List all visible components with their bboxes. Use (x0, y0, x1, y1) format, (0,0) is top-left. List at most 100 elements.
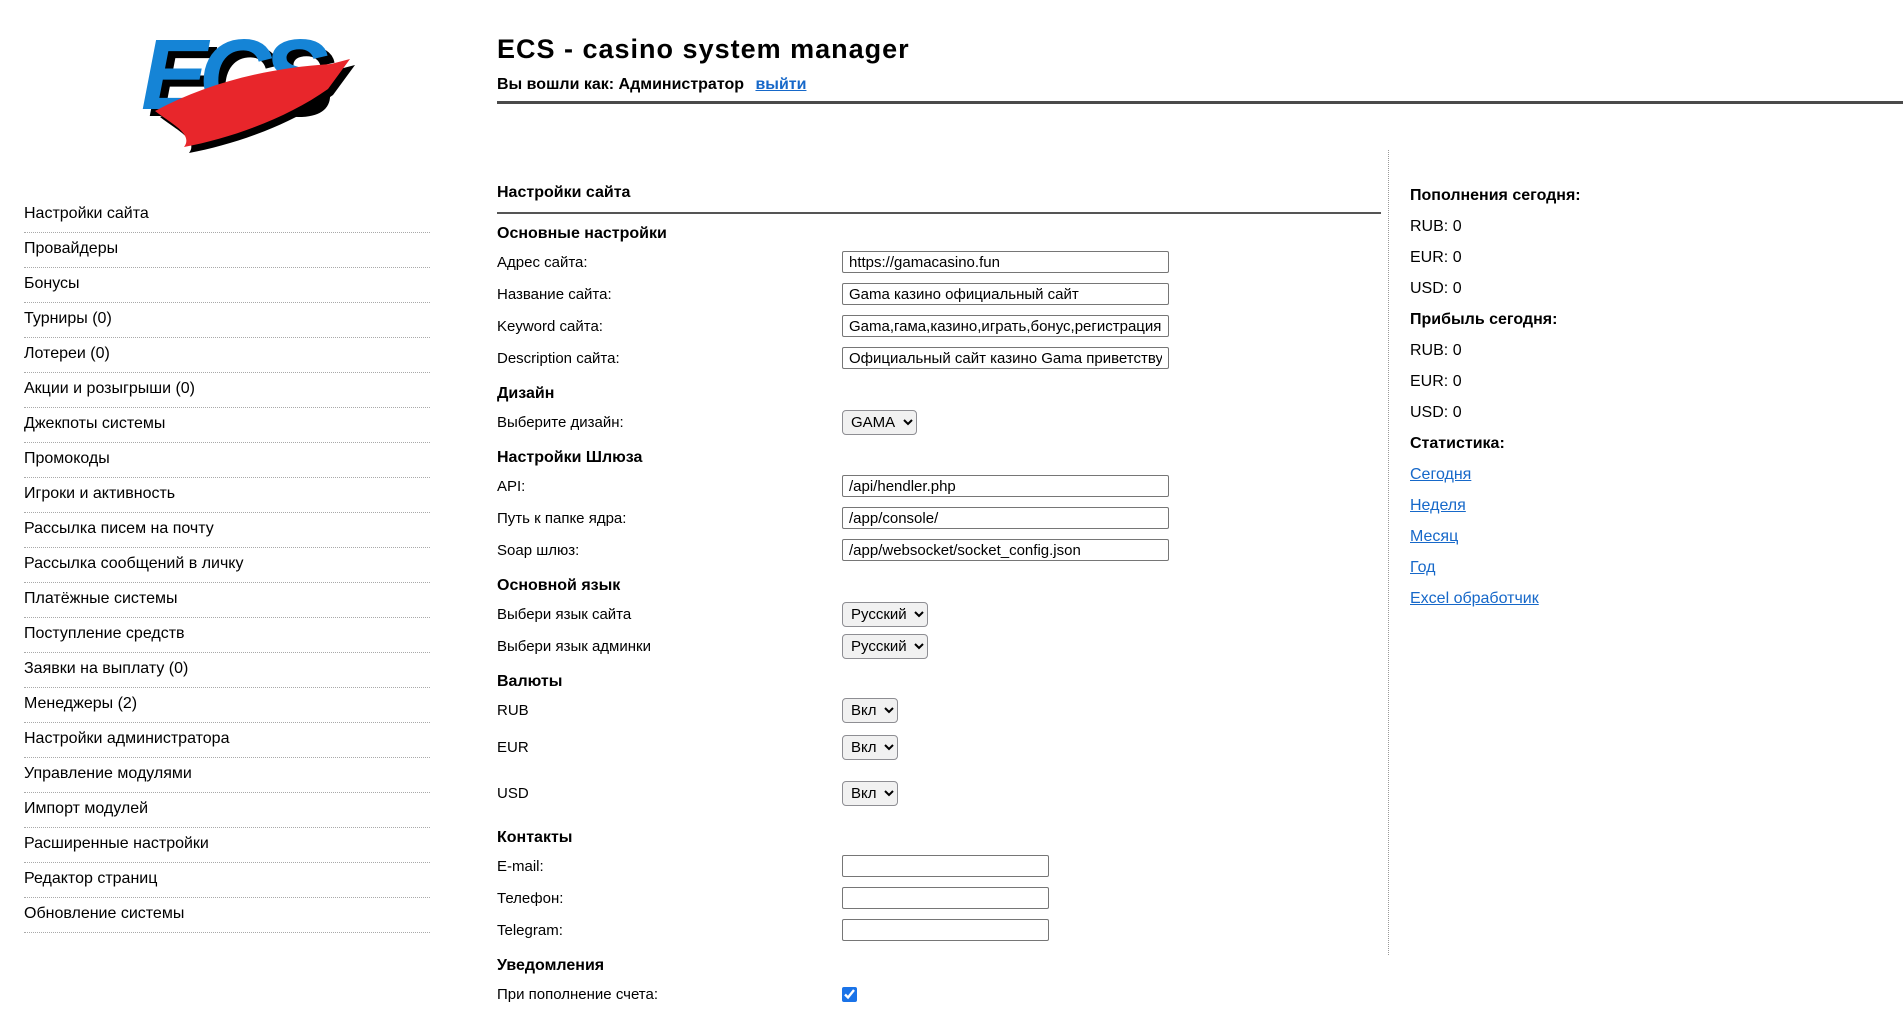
statistics-heading: Статистика: (1410, 434, 1870, 453)
sidebar-item-tournaments[interactable]: Турниры (0) (24, 303, 430, 338)
sidebar-item-bonuses[interactable]: Бонусы (24, 268, 430, 303)
login-prefix: Вы вошли как: Администратор (497, 76, 744, 93)
sidebar-item-payout-requests[interactable]: Заявки на выплату (0) (24, 653, 430, 688)
profit-rub-label: RUB: (1410, 342, 1448, 359)
site-lang-select[interactable]: Русский (842, 602, 928, 627)
deposits-eur-label: EUR: (1410, 249, 1448, 266)
email-label: E-mail: (497, 858, 842, 875)
sidebar-item-payment-systems[interactable]: Платёжные системы (24, 583, 430, 618)
sidebar-item-module-management[interactable]: Управление модулями (24, 758, 430, 793)
rub-label: RUB (497, 702, 842, 719)
deposits-heading: Пополнения сегодня: (1410, 186, 1870, 205)
sidebar-item-providers[interactable]: Провайдеры (24, 233, 430, 268)
profit-usd-label: USD: (1410, 404, 1448, 421)
description-row: Description сайта: (497, 342, 1381, 374)
telegram-row: Telegram: (497, 914, 1381, 946)
sidebar-item-email-mailing[interactable]: Рассылка писем на почту (24, 513, 430, 548)
sidebar-item-pm-mailing[interactable]: Рассылка сообщений в личку (24, 548, 430, 583)
sidebar-item-managers[interactable]: Менеджеры (2) (24, 688, 430, 723)
rub-row: RUB Вкл (497, 694, 1381, 726)
ecs-logo-graphic: ECS ECS (132, 10, 357, 155)
section-notifications: Уведомления (497, 956, 1381, 976)
site-address-label: Адрес сайта: (497, 254, 842, 271)
core-path-label: Путь к папке ядра: (497, 510, 842, 527)
usd-select[interactable]: Вкл (842, 781, 898, 806)
ecs-logo: ECS ECS (132, 10, 357, 155)
stats-link-month[interactable]: Месяц (1410, 528, 1458, 545)
keyword-label: Keyword сайта: (497, 318, 842, 335)
deposits-rub-value: 0 (1453, 218, 1462, 235)
deposits-eur: EUR: 0 (1410, 248, 1870, 267)
telegram-label: Telegram: (497, 922, 842, 939)
deposits-usd-value: 0 (1453, 280, 1462, 297)
sidebar-item-incoming-funds[interactable]: Поступление средств (24, 618, 430, 653)
deposit-notify-checkbox[interactable] (842, 987, 857, 1002)
sidebar-item-page-editor[interactable]: Редактор страниц (24, 863, 430, 898)
sidebar-item-jackpots[interactable]: Джекпоты системы (24, 408, 430, 443)
sidebar-item-system-update[interactable]: Обновление системы (24, 898, 430, 933)
core-path-input[interactable] (842, 507, 1169, 529)
sidebar-item-module-import[interactable]: Импорт модулей (24, 793, 430, 828)
sidebar-item-promocodes[interactable]: Промокоды (24, 443, 430, 478)
site-address-row: Адрес сайта: (497, 246, 1381, 278)
eur-label: EUR (497, 739, 842, 756)
site-lang-row: Выбери язык сайта Русский (497, 598, 1381, 630)
design-row: Выберите дизайн: GAMA (497, 406, 1381, 438)
header-divider (497, 101, 1903, 104)
stats-link-year[interactable]: Год (1410, 559, 1435, 576)
section-language: Основной язык (497, 576, 1381, 596)
design-label: Выберите дизайн: (497, 414, 842, 431)
sidebar-item-players-activity[interactable]: Игроки и активность (24, 478, 430, 513)
stats-link-week[interactable]: Неделя (1410, 497, 1466, 514)
profit-eur-value: 0 (1453, 373, 1462, 390)
telegram-input[interactable] (842, 919, 1049, 941)
sidebar-item-admin-settings[interactable]: Настройки администратора (24, 723, 430, 758)
admin-lang-label: Выбери язык админки (497, 638, 842, 655)
stats-link-today[interactable]: Сегодня (1410, 466, 1471, 483)
eur-select[interactable]: Вкл (842, 735, 898, 760)
profit-rub-value: 0 (1453, 342, 1462, 359)
email-input[interactable] (842, 855, 1049, 877)
rub-select[interactable]: Вкл (842, 698, 898, 723)
admin-lang-row: Выбери язык админки Русский (497, 630, 1381, 662)
deposits-rub: RUB: 0 (1410, 217, 1870, 236)
sidebar-item-promotions[interactable]: Акции и розыгрыши (0) (24, 373, 430, 408)
phone-input[interactable] (842, 887, 1049, 909)
admin-lang-select[interactable]: Русский (842, 634, 928, 659)
deposit-notify-label: При пополнение счета: (497, 986, 842, 1003)
sidebar-item-site-settings[interactable]: Настройки сайта (24, 198, 430, 233)
stats-link-excel[interactable]: Excel обработчик (1410, 590, 1539, 607)
stats-panel: Пополнения сегодня: RUB: 0 EUR: 0 USD: 0… (1410, 186, 1870, 620)
soap-label: Soap шлюз: (497, 542, 842, 559)
description-label: Description сайта: (497, 350, 842, 367)
deposits-usd: USD: 0 (1410, 279, 1870, 298)
keyword-input[interactable] (842, 315, 1169, 337)
site-settings-panel: Настройки сайта Основные настройки Адрес… (497, 183, 1381, 1010)
api-input[interactable] (842, 475, 1169, 497)
deposits-rub-label: RUB: (1410, 218, 1448, 235)
page-title: ECS - casino system manager (497, 34, 910, 65)
sidebar-item-advanced-settings[interactable]: Расширенные настройки (24, 828, 430, 863)
profit-eur-label: EUR: (1410, 373, 1448, 390)
deposits-eur-value: 0 (1453, 249, 1462, 266)
soap-input[interactable] (842, 539, 1169, 561)
section-design: Дизайн (497, 384, 1381, 404)
site-address-input[interactable] (842, 251, 1169, 273)
profit-heading: Прибыль сегодня: (1410, 310, 1870, 329)
description-input[interactable] (842, 347, 1169, 369)
api-label: API: (497, 478, 842, 495)
site-name-label: Название сайта: (497, 286, 842, 303)
section-gateway: Настройки Шлюза (497, 448, 1381, 468)
profit-usd-value: 0 (1453, 404, 1462, 421)
site-name-input[interactable] (842, 283, 1169, 305)
core-path-row: Путь к папке ядра: (497, 502, 1381, 534)
logout-link[interactable]: выйти (755, 76, 806, 93)
profit-usd: USD: 0 (1410, 403, 1870, 422)
section-basic-settings: Основные настройки (497, 224, 1381, 244)
design-select[interactable]: GAMA (842, 410, 917, 435)
login-status: Вы вошли как: Администратор выйти (497, 76, 806, 94)
sidebar-item-lotteries[interactable]: Лотереи (0) (24, 338, 430, 373)
email-row: E-mail: (497, 850, 1381, 882)
phone-row: Телефон: (497, 882, 1381, 914)
profit-eur: EUR: 0 (1410, 372, 1870, 391)
